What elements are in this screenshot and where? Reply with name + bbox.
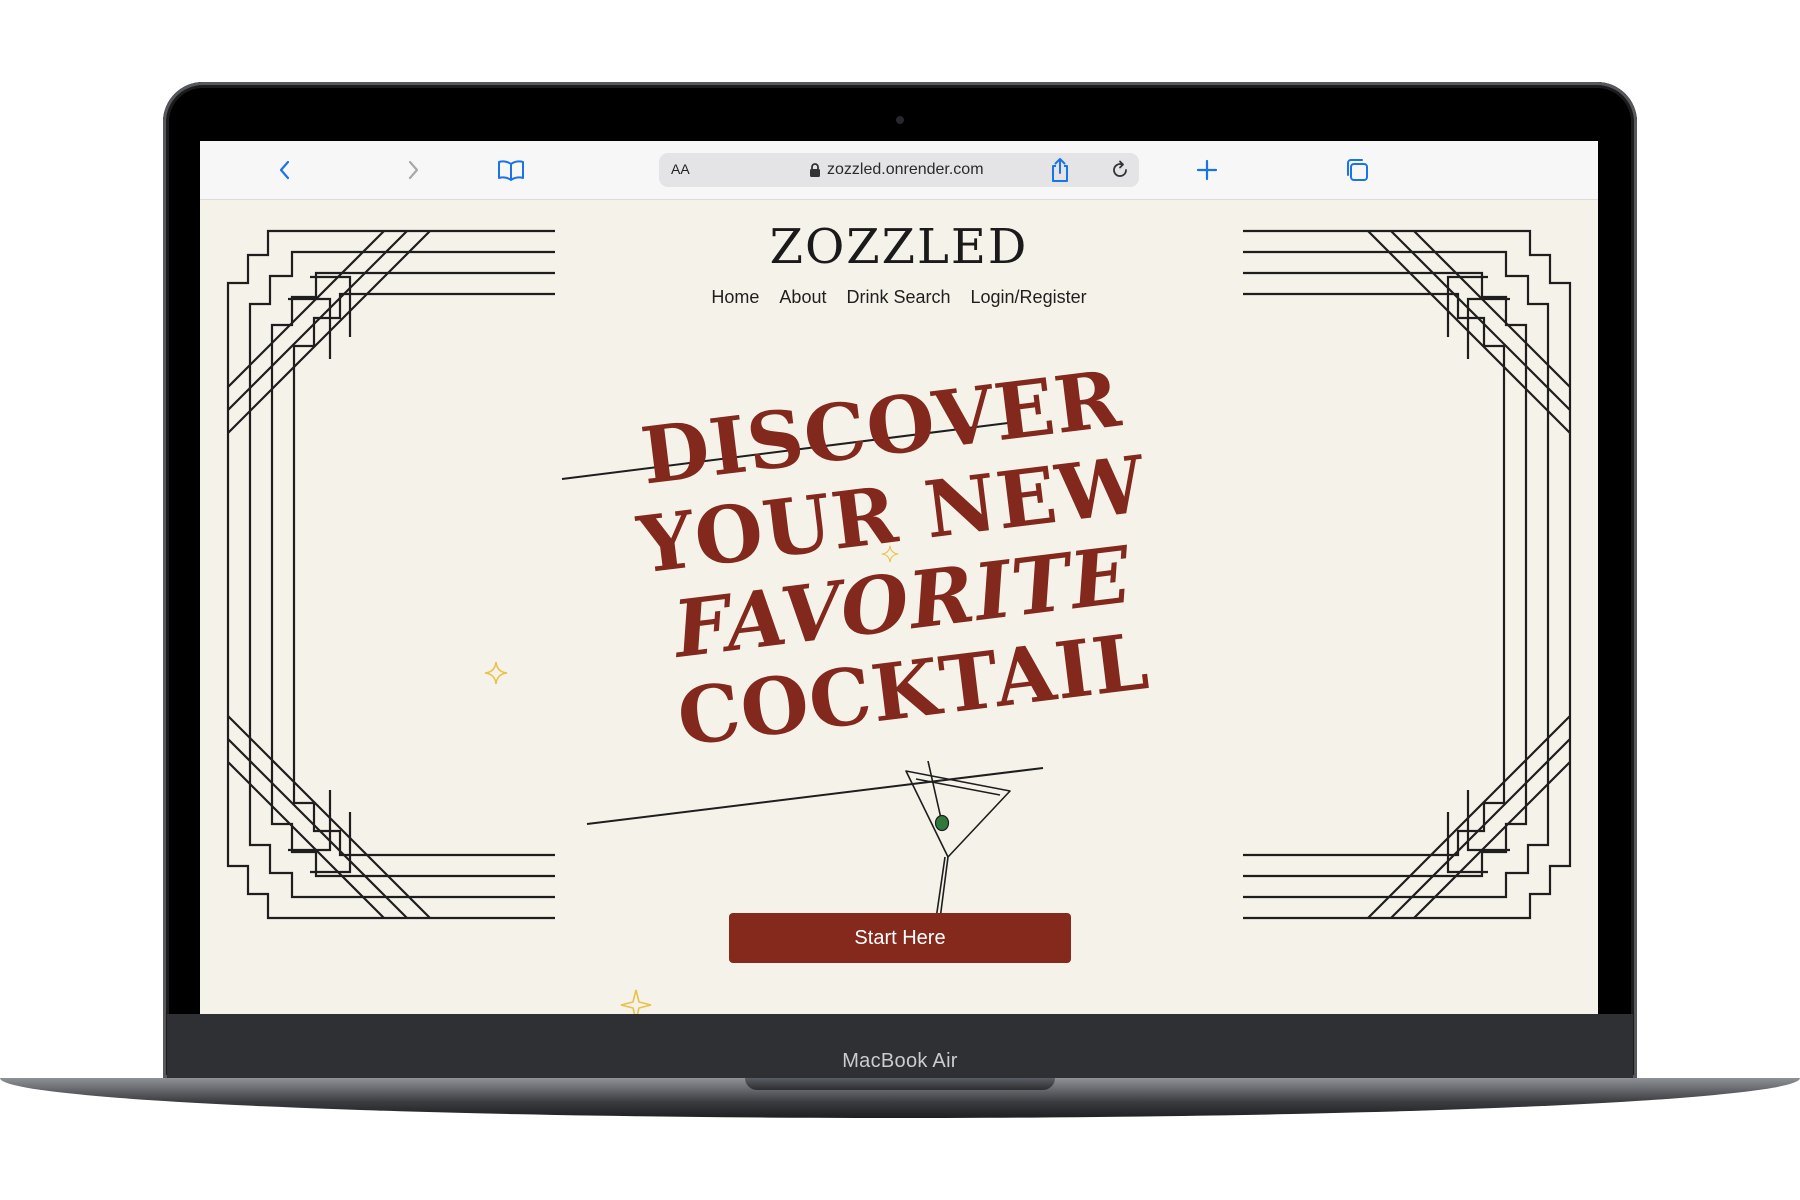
tabs-overview-button[interactable] xyxy=(1340,153,1374,187)
tabs-icon xyxy=(1347,159,1368,181)
new-tab-button[interactable] xyxy=(1190,153,1224,187)
sparkle-icon xyxy=(620,989,652,1014)
sparkle-icon xyxy=(484,661,508,685)
browser-screen: AA zozzled.onrender.com ZOZZLED Home Abo… xyxy=(200,141,1598,1014)
chevron-right-icon xyxy=(408,160,419,180)
book-icon xyxy=(498,160,524,181)
browser-toolbar: AA zozzled.onrender.com xyxy=(200,141,1598,200)
chevron-left-icon xyxy=(279,160,290,180)
site-logo[interactable]: ZOZZLED xyxy=(200,219,1598,275)
plus-icon xyxy=(1196,159,1218,181)
lock-icon xyxy=(810,163,820,177)
martini-glass-icon xyxy=(905,761,1011,931)
share-button[interactable] xyxy=(1043,153,1077,187)
share-icon xyxy=(1052,158,1068,182)
url-text: zozzled.onrender.com xyxy=(827,161,984,178)
nav-login-register[interactable]: Login/Register xyxy=(971,287,1087,308)
nav-home[interactable]: Home xyxy=(711,287,759,308)
art-deco-frame-left xyxy=(226,229,555,920)
device-label: MacBook Air xyxy=(842,1050,958,1072)
camera-dot xyxy=(896,116,904,124)
back-button[interactable] xyxy=(268,153,302,187)
laptop-notch xyxy=(745,1078,1055,1090)
site-nav: Home About Drink Search Login/Register xyxy=(200,287,1598,308)
bookmarks-button[interactable] xyxy=(494,153,528,187)
nav-about[interactable]: About xyxy=(779,287,826,308)
hero-headline: DISCOVER YOUR NEW FAVORITE COCKTAIL xyxy=(598,351,1197,769)
nav-drink-search[interactable]: Drink Search xyxy=(846,287,950,308)
hero-headline-area: DISCOVER YOUR NEW FAVORITE COCKTAIL xyxy=(598,354,1198,783)
forward-button[interactable] xyxy=(396,153,430,187)
text-size-button[interactable]: AA xyxy=(671,161,690,177)
art-deco-frame-right xyxy=(1243,229,1572,920)
reload-icon[interactable] xyxy=(1109,159,1131,181)
start-here-button[interactable]: Start Here xyxy=(729,913,1071,963)
